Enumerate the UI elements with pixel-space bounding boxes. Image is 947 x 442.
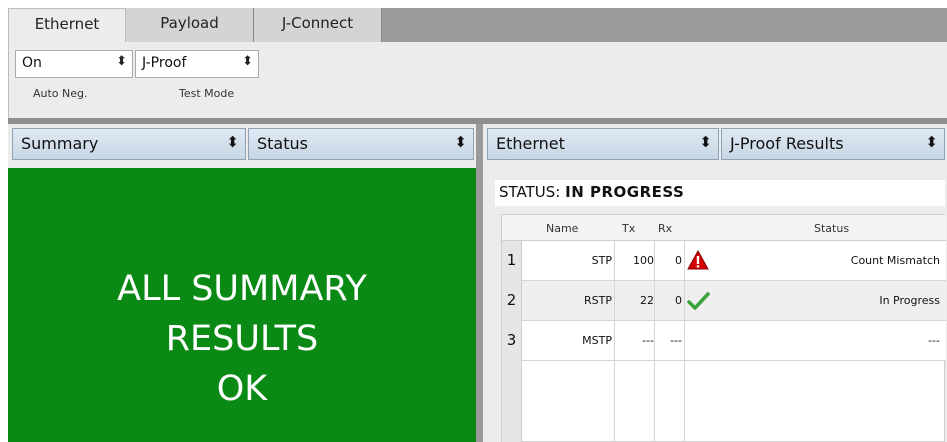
results-dropdown-label: J-Proof Results [730,134,844,153]
check-icon [686,289,710,313]
row-status: Count Mismatch [850,254,940,267]
row-tx: --- [642,334,654,347]
column-header-status[interactable]: Status [814,222,849,235]
column-divider [684,241,685,442]
row-rx: 0 [675,254,682,267]
row-tx: 100 [633,254,654,267]
column-divider [654,241,655,442]
tab-payload[interactable]: Payload [126,8,254,42]
row-name: STP [591,254,612,267]
tab-ethernet[interactable]: Ethernet [8,8,126,44]
tab-j-connect[interactable]: J-Connect [254,8,382,42]
status-dropdown[interactable]: Status ⬍ [248,128,474,160]
summary-result-banner: ALL SUMMARY RESULTS OK [8,168,476,442]
row-number: 2 [502,281,522,321]
select-arrows-icon: ⬍ [454,133,467,151]
warning-icon [686,249,710,273]
tab-bar: Ethernet Payload J-Connect [0,0,947,44]
results-dropdown[interactable]: J-Proof Results ⬍ [721,128,945,160]
column-header-tx[interactable]: Tx [622,222,635,235]
results-pane: Ethernet ⬍ J-Proof Results ⬍ STATUS: IN … [483,124,947,442]
row-rx: --- [670,334,682,347]
select-arrows-icon: ⬍ [699,133,712,151]
summary-pane: Summary ⬍ Status ⬍ ALL SUMMARY RESULTS O… [8,124,476,442]
summary-message-line: RESULTS [165,319,319,359]
category-dropdown[interactable]: Ethernet ⬍ [487,128,719,160]
select-arrows-icon: ⬍ [242,54,253,69]
test-controls-panel: On ⬍ J-Proof ⬍ Auto Neg. Test Mode [8,42,947,118]
row-status: --- [928,334,940,347]
table-row[interactable]: 2 RSTP 22 0 In Progress [502,281,946,321]
table-row[interactable]: 3 MSTP --- --- --- [502,321,946,361]
select-arrows-icon: ⬍ [116,54,127,69]
table-header: Name Tx Rx Status [502,215,946,241]
column-header-rx[interactable]: Rx [658,222,672,235]
auto-neg-label: Auto Neg. [33,87,88,100]
tab-strip: Ethernet Payload J-Connect [8,8,947,44]
column-header-name[interactable]: Name [546,222,578,235]
row-tx: 22 [640,294,654,307]
category-dropdown-label: Ethernet [496,134,565,153]
status-value: IN PROGRESS [565,183,685,201]
row-number: 1 [502,241,522,281]
summary-dropdown-label: Summary [21,134,99,153]
row-number: 3 [502,321,522,361]
row-rx: 0 [675,294,682,307]
summary-message-line: OK [216,369,268,409]
auto-neg-value: On [22,55,42,71]
test-mode-label: Test Mode [179,87,235,100]
summary-message-line: ALL SUMMARY [117,269,367,309]
row-name: MSTP [582,334,612,347]
row-status: In Progress [879,294,940,307]
auto-neg-select[interactable]: On ⬍ [15,50,133,78]
row-name: RSTP [584,294,612,307]
test-status: STATUS: IN PROGRESS [495,180,945,206]
column-divider [614,241,615,442]
summary-dropdown[interactable]: Summary ⬍ [12,128,246,160]
select-arrows-icon: ⬍ [925,133,938,151]
results-table: Name Tx Rx Status 1 STP 100 0 Count Mism… [501,214,946,442]
vertical-splitter[interactable] [476,124,483,442]
test-mode-select[interactable]: J-Proof ⬍ [135,50,259,78]
status-dropdown-label: Status [257,134,308,153]
select-arrows-icon: ⬍ [226,133,239,151]
status-label: STATUS: [499,183,561,201]
table-row[interactable]: 1 STP 100 0 Count Mismatch [502,241,946,281]
test-mode-value: J-Proof [142,55,187,71]
